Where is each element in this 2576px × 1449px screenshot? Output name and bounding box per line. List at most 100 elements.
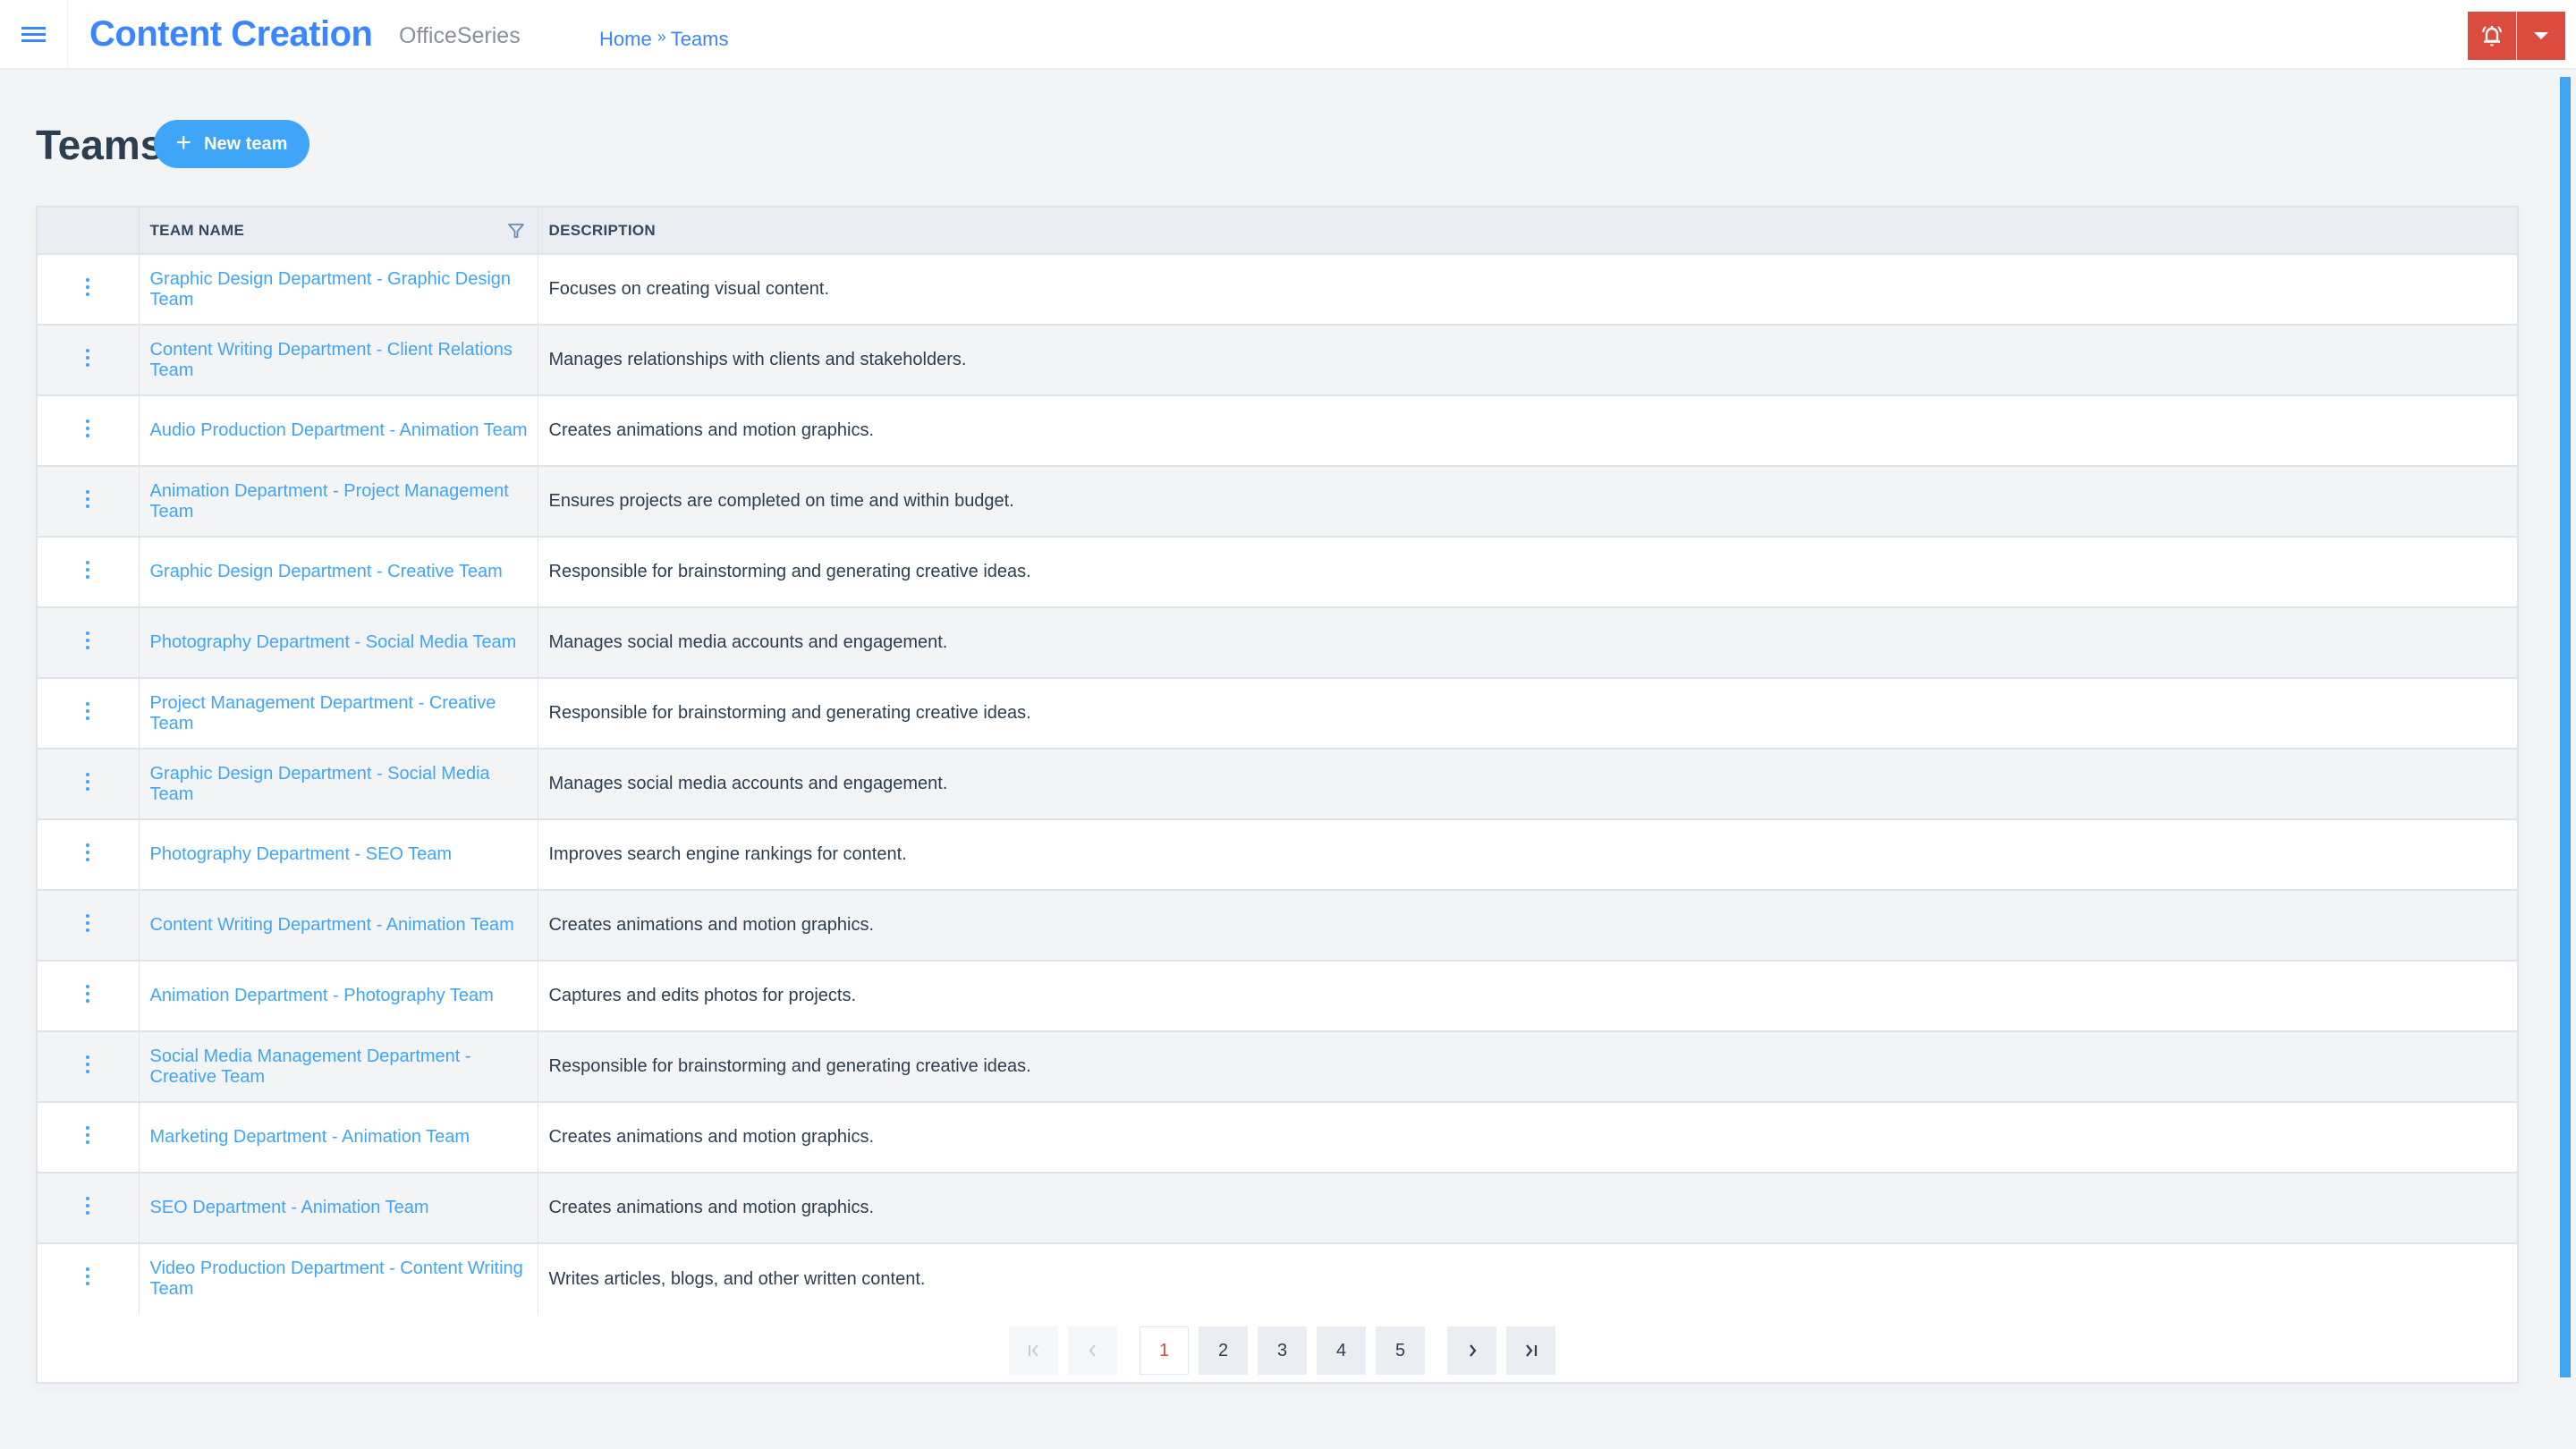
table-row: Graphic Design Department - Social Media… (38, 749, 2517, 819)
kebab-menu-icon[interactable] (84, 1053, 91, 1076)
kebab-menu-icon[interactable] (84, 982, 91, 1005)
team-name-link[interactable]: Social Media Management Department - Cre… (150, 1046, 471, 1087)
team-name-cell: Graphic Design Department - Social Media… (139, 749, 538, 819)
kebab-menu-icon[interactable] (84, 1194, 91, 1217)
last-page-button[interactable] (1506, 1326, 1555, 1375)
team-name-link[interactable]: Animation Department - Project Managemen… (150, 481, 509, 521)
team-description: Creates animations and motion graphics. (548, 420, 875, 440)
team-description: Ensures projects are completed on time a… (548, 491, 1014, 511)
kebab-menu-icon[interactable] (84, 699, 91, 723)
user-menu-dropdown[interactable] (2517, 12, 2565, 60)
page-button-3[interactable]: 3 (1258, 1326, 1307, 1375)
kebab-menu-icon[interactable] (84, 1265, 91, 1288)
kebab-menu-icon[interactable] (84, 558, 91, 581)
team-description: Writes articles, blogs, and other writte… (548, 1268, 926, 1289)
kebab-menu-icon[interactable] (84, 487, 91, 511)
page-button-4[interactable]: 4 (1317, 1326, 1366, 1375)
team-name-cell: Graphic Design Department - Graphic Desi… (139, 254, 538, 325)
app-subtitle: OfficeSeries (399, 23, 521, 48)
bell-icon (2482, 26, 2502, 47)
page-button-2[interactable]: 2 (1199, 1326, 1248, 1375)
team-name-link[interactable]: Graphic Design Department - Graphic Desi… (150, 269, 512, 309)
table-row: Animation Department - Project Managemen… (38, 466, 2517, 537)
row-actions-cell (38, 537, 140, 607)
app-title[interactable]: Content Creation (89, 11, 373, 57)
notifications-button[interactable] (2468, 12, 2516, 60)
kebab-menu-icon[interactable] (84, 841, 91, 864)
kebab-menu-icon[interactable] (84, 417, 91, 440)
chevron-right-icon (1469, 1344, 1476, 1357)
row-actions-cell (38, 961, 140, 1031)
row-actions-cell (38, 607, 140, 678)
team-description: Responsible for brainstorming and genera… (548, 1056, 1031, 1076)
team-name-link[interactable]: Audio Production Department - Animation … (150, 420, 528, 440)
team-description: Focuses on creating visual content. (548, 279, 830, 299)
row-actions-cell (38, 1243, 140, 1314)
breadcrumb-home[interactable]: Home (599, 27, 652, 52)
table-header-row: TEAM NAME DESCRIPTION (38, 208, 2517, 254)
team-name-link[interactable]: Video Production Department - Content Wr… (150, 1258, 523, 1299)
filter-icon[interactable] (507, 222, 525, 240)
kebab-menu-icon[interactable] (84, 911, 91, 935)
description-column-header[interactable]: DESCRIPTION (538, 208, 2517, 254)
table-row: Photography Department - SEO Team Improve… (38, 819, 2517, 890)
table-row: Marketing Department - Animation Team Cre… (38, 1102, 2517, 1173)
team-name-cell: Content Writing Department - Client Rela… (139, 325, 538, 395)
team-name-cell: Animation Department - Project Managemen… (139, 466, 538, 537)
team-name-cell: Graphic Design Department - Creative Tea… (139, 537, 538, 607)
team-description: Manages relationships with clients and s… (548, 350, 967, 369)
table-row: Graphic Design Department - Creative Tea… (38, 537, 2517, 607)
table-row: Photography Department - Social Media Te… (38, 607, 2517, 678)
prev-page-button[interactable] (1068, 1326, 1117, 1375)
new-team-button[interactable]: + New team (154, 120, 309, 168)
team-name-cell: Project Management Department - Creative… (139, 678, 538, 749)
row-actions-cell (38, 466, 140, 537)
kebab-menu-icon[interactable] (84, 275, 91, 299)
kebab-menu-icon[interactable] (84, 770, 91, 793)
breadcrumb-separator: » (657, 28, 666, 46)
kebab-menu-icon[interactable] (84, 629, 91, 652)
new-team-label: New team (204, 133, 288, 154)
team-name-link[interactable]: Photography Department - SEO Team (150, 844, 453, 864)
team-name-link[interactable]: Photography Department - Social Media Te… (150, 632, 517, 652)
team-name-cell: Social Media Management Department - Cre… (139, 1031, 538, 1102)
team-name-cell: Animation Department - Photography Team (139, 961, 538, 1031)
team-name-cell: SEO Department - Animation Team (139, 1173, 538, 1243)
next-page-button[interactable] (1447, 1326, 1496, 1375)
team-description: Responsible for brainstorming and genera… (548, 703, 1031, 723)
team-name-cell: Photography Department - SEO Team (139, 819, 538, 890)
row-actions-cell (38, 325, 140, 395)
table-row: Graphic Design Department - Graphic Desi… (38, 254, 2517, 325)
team-name-link[interactable]: Content Writing Department - Animation T… (150, 915, 514, 935)
team-name-link[interactable]: Project Management Department - Creative… (150, 693, 496, 733)
caret-down-icon (2534, 32, 2548, 39)
page-button-5[interactable]: 5 (1376, 1326, 1425, 1375)
first-page-button[interactable] (1009, 1326, 1058, 1375)
kebab-menu-icon[interactable] (84, 346, 91, 369)
team-description: Responsible for brainstorming and genera… (548, 562, 1031, 581)
team-name-link[interactable]: Animation Department - Photography Team (150, 986, 494, 1005)
chevron-left-icon (1089, 1344, 1096, 1357)
team-name-link[interactable]: Content Writing Department - Client Rela… (150, 340, 513, 380)
kebab-menu-icon[interactable] (84, 1123, 91, 1147)
team-name-link[interactable]: Graphic Design Department - Creative Tea… (150, 562, 503, 581)
team-description: Creates animations and motion graphics. (548, 1127, 875, 1147)
breadcrumb-teams[interactable]: Teams (671, 27, 729, 52)
team-description: Manages social media accounts and engage… (548, 632, 948, 652)
row-actions-cell (38, 819, 140, 890)
team-name-column-header[interactable]: TEAM NAME (139, 208, 538, 254)
hamburger-icon[interactable] (20, 23, 48, 47)
table-row: Video Production Department - Content Wr… (38, 1243, 2517, 1314)
row-actions-cell (38, 749, 140, 819)
table-row: SEO Department - Animation Team Creates a… (38, 1173, 2517, 1243)
team-description: Captures and edits photos for projects. (548, 986, 857, 1005)
teams-table-card: TEAM NAME DESCRIPTION Graphic Design Dep… (36, 206, 2519, 1384)
vertical-scrollbar[interactable] (2560, 77, 2571, 1377)
header-divider (67, 0, 68, 68)
page-button-1[interactable]: 1 (1140, 1326, 1189, 1375)
team-name-link[interactable]: Graphic Design Department - Social Media… (150, 764, 490, 804)
row-actions-cell (38, 254, 140, 325)
plus-icon: + (175, 127, 192, 157)
team-name-link[interactable]: Marketing Department - Animation Team (150, 1127, 470, 1147)
team-name-link[interactable]: SEO Department - Animation Team (150, 1198, 429, 1217)
